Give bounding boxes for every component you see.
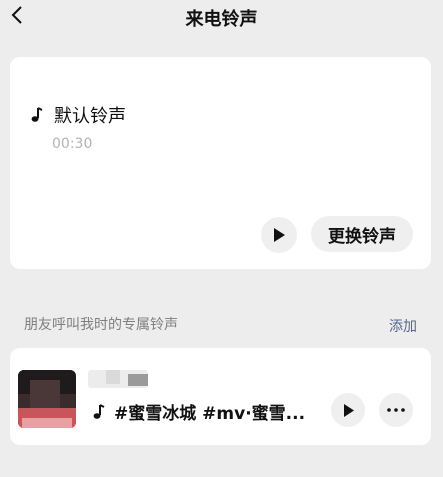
avatar[interactable]: [18, 370, 76, 428]
more-button[interactable]: [379, 393, 413, 427]
play-icon: [343, 403, 354, 417]
ringtone-duration: 00:30: [52, 136, 93, 152]
default-ringtone-card: 默认铃声 00:30 更换铃声: [10, 57, 431, 269]
more-icon: [387, 408, 405, 412]
header: 来电铃声: [0, 0, 443, 36]
song-row: #蜜雪冰城 #mv·蜜雪...: [92, 399, 305, 424]
ringtone-row: 默认铃声: [30, 102, 126, 128]
music-note-icon: [93, 403, 105, 419]
contact-name-pixelated: [88, 370, 148, 388]
song-name: #蜜雪冰城 #mv·蜜雪...: [114, 404, 306, 424]
music-note-icon: [31, 107, 43, 122]
ringtone-name: 默认铃声: [54, 106, 126, 127]
play-button[interactable]: [261, 217, 297, 253]
change-ringtone-button[interactable]: 更换铃声: [311, 216, 413, 252]
friend-play-button[interactable]: [331, 393, 365, 427]
section-label: 朋友呼叫我时的专属铃声: [24, 317, 178, 333]
friend-ringtone-card: #蜜雪冰城 #mv·蜜雪...: [10, 348, 431, 445]
play-icon: [274, 228, 285, 242]
page-title: 来电铃声: [185, 9, 258, 30]
add-button[interactable]: 添加: [389, 316, 417, 336]
